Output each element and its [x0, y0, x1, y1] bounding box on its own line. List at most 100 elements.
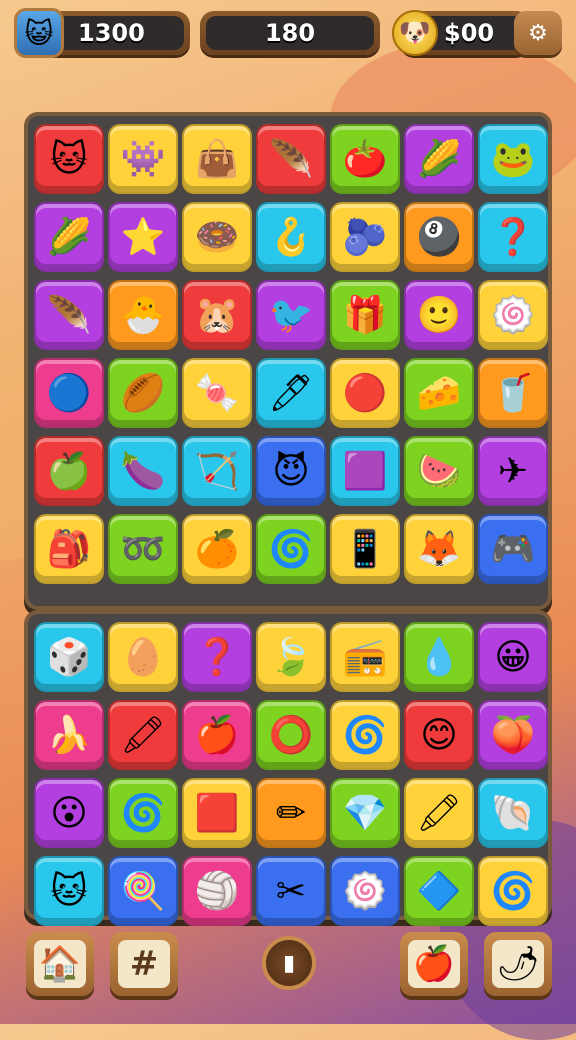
game-tile[interactable]: 🌀 — [330, 700, 400, 770]
game-tile[interactable]: ➿ — [108, 514, 178, 584]
top-tile-grid: 🐱 👾 👜 🪶 🍅 🌽 🐸 🌽 ⭐ 🍩 🪝 🫐 🎱 ❓ 🪶 🐣 🐹 🐦 🎁 🙂 🍥 🔵 🏉 🍬 🖊 🔴 🧀 🥤 🍏 🍆 🏹 😈 🟪 🍉 ✈ 🎒 ➿ 🍊 🌀 📱… — [34, 124, 548, 584]
settings-button[interactable]: ⚙ — [514, 11, 562, 55]
game-tile[interactable]: 🌀 — [256, 514, 326, 584]
red-egg-icon: 🥚 — [120, 637, 166, 678]
game-tile[interactable]: 🖊 — [256, 358, 326, 428]
game-tile[interactable]: 🪝 — [256, 202, 326, 272]
game-tile[interactable]: ✂ — [256, 856, 326, 926]
ring-icon: 🍩 — [194, 217, 240, 258]
fox-icon: 🦊 — [416, 529, 462, 570]
apple-booster-button[interactable]: 🍎 — [400, 932, 468, 996]
tools-icon: ✂ — [275, 870, 307, 912]
game-tile[interactable]: 💎 — [330, 778, 400, 848]
home-button[interactable]: 🏠 — [26, 932, 94, 996]
game-tile[interactable]: 🐚 — [478, 778, 548, 848]
game-tile[interactable]: 🍬 — [182, 358, 252, 428]
game-tile[interactable]: ⭕ — [256, 700, 326, 770]
game-tile[interactable]: 🟪 — [330, 436, 400, 506]
backpack-icon: 🎒 — [46, 529, 92, 570]
game-tile[interactable]: 😊 — [404, 700, 474, 770]
blue-gem-icon: 🔷 — [416, 871, 462, 912]
game-tile[interactable]: 🥤 — [478, 358, 548, 428]
game-tile[interactable]: 🐹 — [182, 280, 252, 350]
cheese-icon: 🧀 — [416, 373, 462, 414]
game-tile[interactable]: 🍭 — [108, 856, 178, 926]
game-tile[interactable]: 🏹 — [182, 436, 252, 506]
game-tile[interactable]: 🎒 — [34, 514, 104, 584]
game-tile[interactable]: 🪶 — [34, 280, 104, 350]
game-tile[interactable]: 🎮 — [478, 514, 548, 584]
pen-icon: 🖊 — [268, 373, 314, 414]
game-tile[interactable]: ⭐ — [108, 202, 178, 272]
game-tile[interactable]: 🍅 — [330, 124, 400, 194]
game-tile[interactable]: 🐸 — [478, 124, 548, 194]
game-tile[interactable]: 🎱 — [404, 202, 474, 272]
pepper-booster-button[interactable]: 🌶 — [484, 932, 552, 996]
game-tile[interactable]: 🖍 — [108, 700, 178, 770]
game-tile[interactable]: ❓ — [478, 202, 548, 272]
cat-face-icon: 🐱 — [50, 138, 88, 180]
game-tile[interactable]: 📱 — [330, 514, 400, 584]
game-tile[interactable]: 😮 — [34, 778, 104, 848]
orange-fruit-icon: 🍊 — [194, 529, 240, 570]
game-tile[interactable]: 🔷 — [404, 856, 474, 926]
game-tile[interactable]: 😀 — [478, 622, 548, 692]
game-tile[interactable]: 🌀 — [478, 856, 548, 926]
grey-ring-icon: ⭕ — [268, 715, 314, 756]
game-tile[interactable]: 📻 — [330, 622, 400, 692]
game-tile[interactable]: 🍆 — [108, 436, 178, 506]
pepper-icon: 🌶 — [496, 944, 540, 984]
orange-face-icon: 😀 — [494, 636, 532, 678]
game-tile[interactable]: 👾 — [108, 124, 178, 194]
game-tile[interactable]: 💧 — [404, 622, 474, 692]
banana-icon: 🍌 — [46, 715, 92, 756]
pause-button[interactable]: ▮ — [262, 936, 316, 990]
game-tile[interactable]: 🌀 — [108, 778, 178, 848]
game-tile[interactable]: 🙂 — [404, 280, 474, 350]
game-tile[interactable]: 🥚 — [108, 622, 178, 692]
game-tile[interactable]: 🍏 — [34, 436, 104, 506]
game-tile[interactable]: 🪶 — [256, 124, 326, 194]
drop-icon: 💧 — [416, 637, 462, 678]
game-tile[interactable]: 🍩 — [182, 202, 252, 272]
game-tile[interactable]: 🫐 — [330, 202, 400, 272]
game-tile[interactable]: 🖍 — [404, 778, 474, 848]
game-tile[interactable]: ✈ — [478, 436, 548, 506]
game-tile[interactable]: 🏉 — [108, 358, 178, 428]
question-icon: ❓ — [490, 217, 536, 258]
game-tile[interactable]: 🟥 — [182, 778, 252, 848]
game-tile[interactable]: ❓ — [182, 622, 252, 692]
striped-ball-icon: 🎱 — [416, 217, 462, 258]
game-tile[interactable]: 🍑 — [478, 700, 548, 770]
game-tile[interactable]: 🔵 — [34, 358, 104, 428]
game-tile[interactable]: 🐱 — [34, 856, 104, 926]
game-tile[interactable]: 🐦 — [256, 280, 326, 350]
game-tile[interactable]: 🍥 — [330, 856, 400, 926]
game-tile[interactable]: 🧀 — [404, 358, 474, 428]
game-tile[interactable]: 👜 — [182, 124, 252, 194]
game-tile[interactable]: 🎁 — [330, 280, 400, 350]
moves-panel: 180 — [200, 11, 380, 55]
loop-icon: ➿ — [120, 529, 166, 570]
cup-icon: 🥤 — [490, 373, 536, 414]
game-tile[interactable]: 🍥 — [478, 280, 548, 350]
game-tile[interactable]: 😈 — [256, 436, 326, 506]
player-avatar[interactable]: 😺 — [14, 8, 64, 58]
game-tile[interactable]: 🍌 — [34, 700, 104, 770]
game-tile[interactable]: ✏ — [256, 778, 326, 848]
game-tile[interactable]: 🐣 — [108, 280, 178, 350]
game-tile[interactable]: 🦊 — [404, 514, 474, 584]
game-tile[interactable]: 🍉 — [404, 436, 474, 506]
game-tile[interactable]: 🏐 — [182, 856, 252, 926]
game-tile[interactable]: 🌽 — [404, 124, 474, 194]
game-tile[interactable]: 🐱 — [34, 124, 104, 194]
game-tile[interactable]: 🌽 — [34, 202, 104, 272]
game-tile[interactable]: 🎲 — [34, 622, 104, 692]
radio-icon: 📻 — [342, 637, 388, 678]
game-tile[interactable]: 🍊 — [182, 514, 252, 584]
grid-button[interactable]: # — [110, 932, 178, 996]
game-tile[interactable]: 🔴 — [330, 358, 400, 428]
game-tile[interactable]: 🍃 — [256, 622, 326, 692]
game-tile[interactable]: 🍎 — [182, 700, 252, 770]
purple-swirl-icon: 🌀 — [490, 871, 536, 912]
